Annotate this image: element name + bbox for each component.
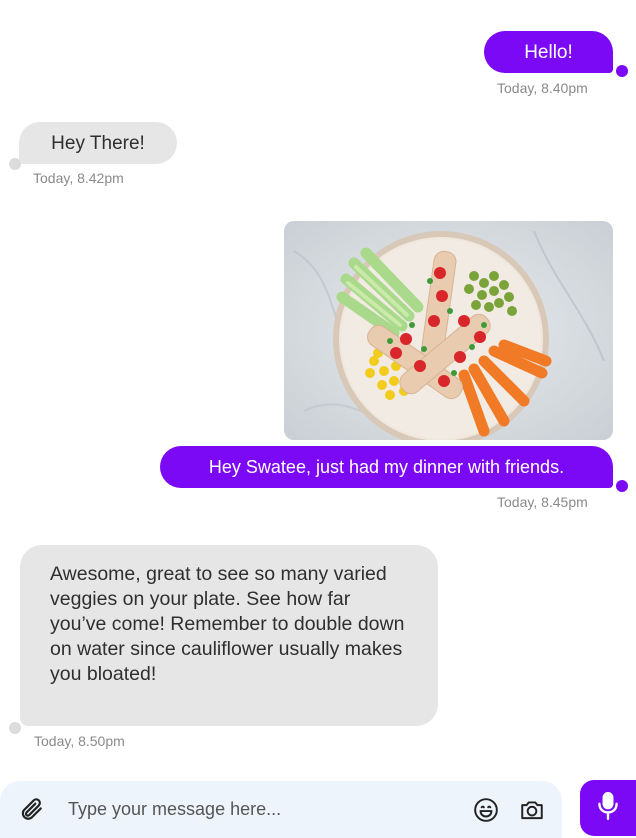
- camera-icon[interactable]: [519, 797, 545, 823]
- message-text: Hey Swatee, just had my dinner with frie…: [208, 457, 565, 477]
- sent-indicator-dot: [616, 65, 628, 77]
- message-text: Awesome, great to see so many varied veg…: [50, 563, 405, 685]
- message-input[interactable]: [56, 789, 456, 829]
- food-photo-image: [284, 221, 613, 440]
- message-text: Hello!: [524, 41, 573, 63]
- message-bubble-incoming[interactable]: Hey There!: [19, 122, 177, 164]
- message-bubble-incoming[interactable]: Awesome, great to see so many varied veg…: [20, 545, 438, 726]
- message-timestamp: Today, 8.45pm: [497, 494, 588, 510]
- sent-indicator-dot: [616, 480, 628, 492]
- message-timestamp: Today, 8.40pm: [497, 80, 588, 96]
- message-timestamp: Today, 8.50pm: [34, 733, 125, 749]
- received-indicator-dot: [9, 158, 21, 170]
- message-bubble-outgoing[interactable]: Hello!: [484, 31, 613, 73]
- received-indicator-dot: [9, 722, 21, 734]
- message-composer: [0, 781, 562, 838]
- message-text: Hey There!: [51, 132, 145, 154]
- paperclip-icon[interactable]: [18, 796, 44, 822]
- shared-photo[interactable]: [284, 221, 613, 440]
- message-timestamp: Today, 8.42pm: [33, 170, 124, 186]
- message-bubble-outgoing[interactable]: Hey Swatee, just had my dinner with frie…: [160, 446, 613, 488]
- microphone-button[interactable]: [580, 780, 636, 836]
- emoji-icon[interactable]: [473, 797, 499, 823]
- microphone-icon: [595, 791, 621, 826]
